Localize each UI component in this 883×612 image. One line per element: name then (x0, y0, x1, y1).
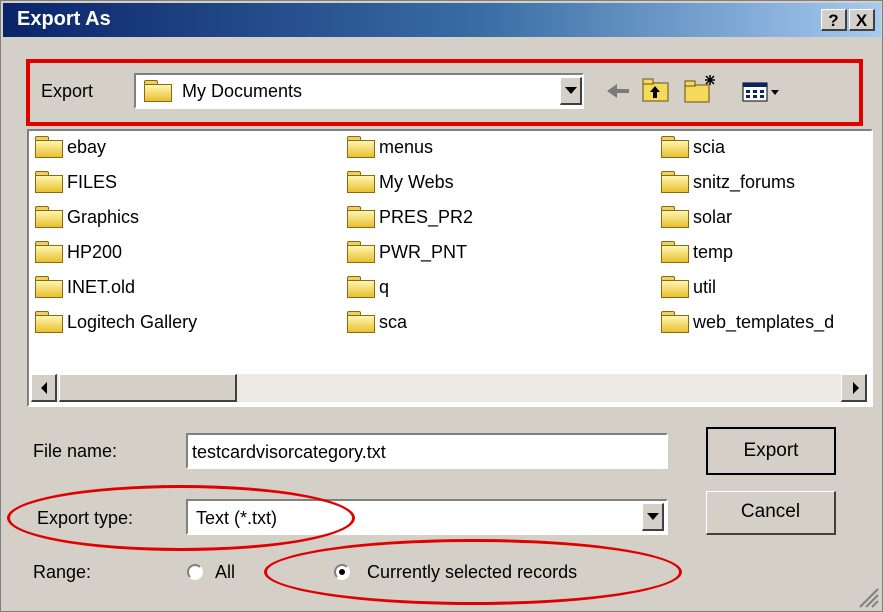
file-name: temp (693, 242, 734, 262)
chevron-right-icon (853, 382, 859, 394)
folder-icon (35, 311, 63, 333)
range-label: Range: (33, 562, 92, 582)
file-name: solar (693, 207, 733, 227)
file-name: web_templates_d (693, 312, 835, 332)
folder-icon (661, 241, 689, 263)
file-name: scia (693, 137, 726, 157)
folder-icon (35, 136, 63, 158)
file-name: ebay (67, 137, 107, 157)
folder-icon (347, 311, 375, 333)
file-name: HP200 (67, 242, 123, 262)
scroll-left-button[interactable] (31, 374, 57, 402)
filename-input[interactable]: testcardvisorcategory.txt (186, 433, 668, 469)
export-button[interactable]: Export (706, 427, 836, 475)
file-name: PWR_PNT (379, 242, 468, 262)
title-bar[interactable]: Export As ? X (3, 3, 881, 37)
file-name: FILES (67, 172, 118, 192)
annotation-highlight-toolbar (26, 59, 863, 126)
scroll-thumb[interactable] (59, 374, 237, 402)
export-type-dropdown-button[interactable] (642, 503, 664, 531)
folder-icon (661, 206, 689, 228)
folder-icon (347, 241, 375, 263)
scroll-right-button[interactable] (841, 374, 867, 402)
file-list[interactable]: ebay FILES Graphics HP200 INET.old Logitech G… (27, 129, 873, 407)
folder-icon (347, 276, 375, 298)
file-name: Graphics (67, 207, 140, 227)
folder-icon (661, 276, 689, 298)
annotation-ellipse-export-type (7, 485, 355, 551)
folder-icon (35, 241, 63, 263)
radio-all-label[interactable]: All (215, 562, 235, 583)
filename-value: testcardvisorcategory.txt (192, 442, 386, 462)
file-name: INET.old (67, 277, 136, 297)
filename-label: File name: (33, 441, 118, 461)
radio-all[interactable] (187, 564, 203, 580)
file-name: q (379, 277, 390, 297)
folder-icon (35, 276, 63, 298)
folder-icon (35, 206, 63, 228)
close-button[interactable]: X (849, 9, 875, 31)
folder-icon (347, 206, 375, 228)
chevron-down-icon (646, 513, 659, 520)
file-name: PRES_PR2 (379, 207, 474, 227)
help-button[interactable]: ? (821, 9, 847, 31)
file-name: menus (379, 137, 434, 157)
folder-icon (661, 136, 689, 158)
file-name: util (693, 277, 717, 297)
file-name: snitz_forums (693, 172, 796, 192)
resize-grip-icon[interactable] (856, 585, 880, 609)
horizontal-scrollbar[interactable] (31, 374, 867, 402)
chevron-left-icon (41, 382, 47, 394)
file-name: Logitech Gallery (67, 312, 198, 332)
folder-icon (35, 171, 63, 193)
folder-icon (661, 171, 689, 193)
file-name: My Webs (379, 172, 454, 192)
folder-icon (661, 311, 689, 333)
folder-icon (347, 171, 375, 193)
annotation-ellipse-range (264, 539, 682, 605)
cancel-button[interactable]: Cancel (706, 491, 836, 535)
dialog-title: Export As (17, 8, 111, 30)
export-as-dialog: Export As ? X Export My Documents ebay F… (0, 0, 883, 612)
folder-icon (347, 136, 375, 158)
file-name: sca (379, 312, 408, 332)
